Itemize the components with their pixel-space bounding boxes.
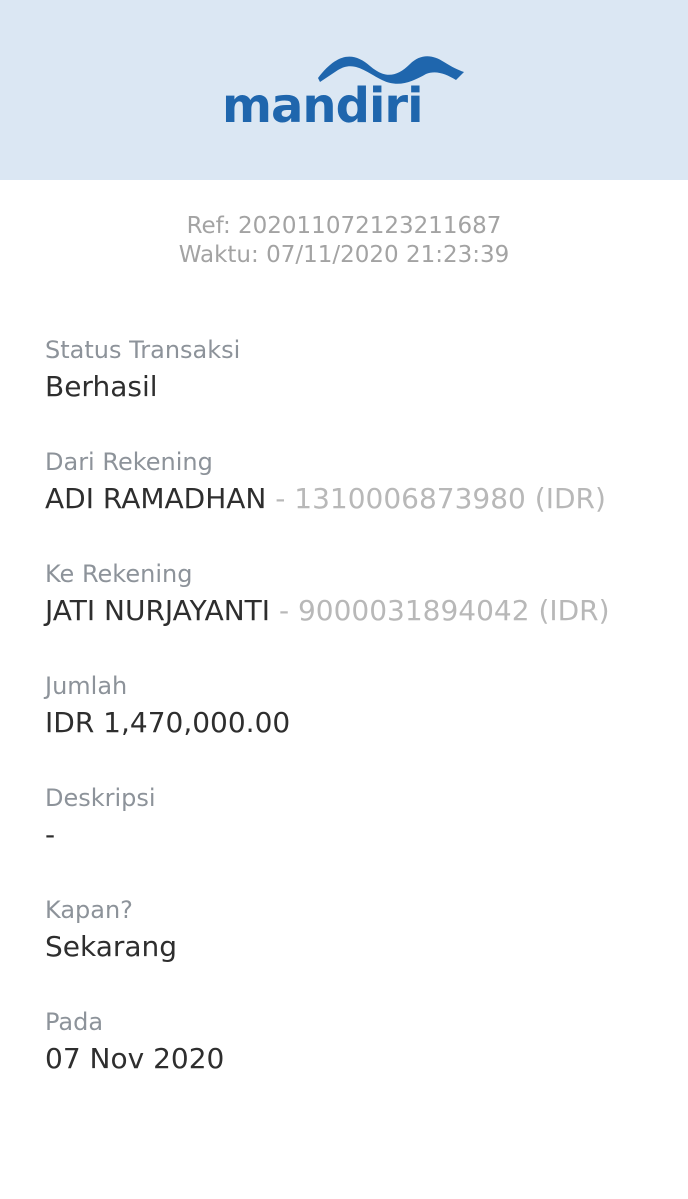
to-account-field: Ke Rekening JATI NURJAYANTI - 9000031894… bbox=[45, 559, 665, 671]
status-field: Status Transaksi Berhasil bbox=[45, 335, 665, 447]
to-account-value: JATI NURJAYANTI - 9000031894042 (IDR) bbox=[45, 589, 665, 633]
to-account-number: - 9000031894042 (IDR) bbox=[270, 594, 610, 627]
from-account-label: Dari Rekening bbox=[45, 448, 213, 476]
description-field: Deskripsi - bbox=[45, 783, 665, 895]
date-field: Pada 07 Nov 2020 bbox=[45, 1007, 665, 1119]
date-value: 07 Nov 2020 bbox=[45, 1042, 225, 1075]
status-value: Berhasil bbox=[45, 370, 158, 403]
from-account-number: - 1310006873980 (IDR) bbox=[266, 482, 606, 515]
mandiri-logo: mandiri bbox=[220, 50, 470, 130]
header-banner: mandiri bbox=[0, 0, 688, 180]
amount-value: IDR 1,470,000.00 bbox=[45, 706, 291, 739]
reference-number: Ref: 202011072123211687 bbox=[186, 213, 502, 239]
status-label: Status Transaksi bbox=[45, 336, 241, 364]
when-value: Sekarang bbox=[45, 930, 178, 963]
to-account-label: Ke Rekening bbox=[45, 560, 193, 588]
transaction-details: Status Transaksi Berhasil Dari Rekening … bbox=[45, 335, 665, 1119]
amount-field: Jumlah IDR 1,470,000.00 bbox=[45, 671, 665, 783]
when-field: Kapan? Sekarang bbox=[45, 895, 665, 1007]
description-value: - bbox=[45, 818, 56, 851]
description-label: Deskripsi bbox=[45, 784, 156, 812]
when-label: Kapan? bbox=[45, 896, 133, 924]
brand-name: mandiri bbox=[222, 78, 424, 134]
transaction-time: Waktu: 07/11/2020 21:23:39 bbox=[178, 242, 510, 268]
from-account-value: ADI RAMADHAN - 1310006873980 (IDR) bbox=[45, 477, 665, 521]
from-account-field: Dari Rekening ADI RAMADHAN - 13100068739… bbox=[45, 447, 665, 559]
transaction-meta: Ref: 202011072123211687 Waktu: 07/11/202… bbox=[0, 212, 688, 270]
to-account-name: JATI NURJAYANTI bbox=[45, 594, 271, 627]
amount-label: Jumlah bbox=[45, 672, 128, 700]
date-label: Pada bbox=[45, 1008, 104, 1036]
from-account-name: ADI RAMADHAN bbox=[45, 482, 267, 515]
